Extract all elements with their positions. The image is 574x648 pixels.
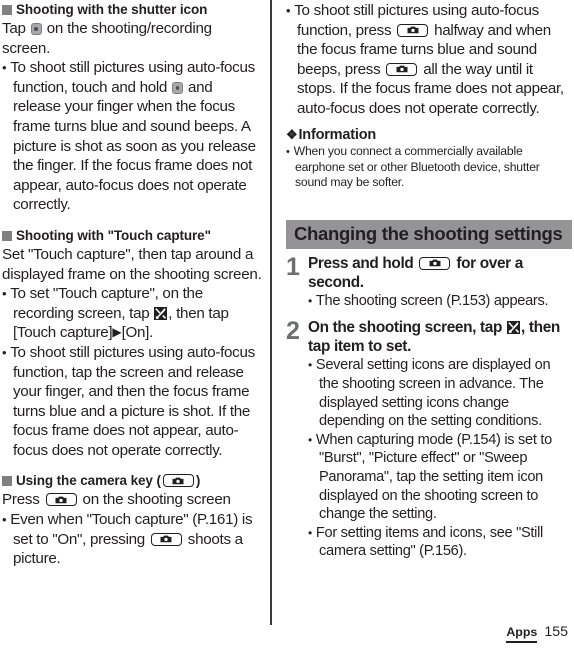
section-banner-changing-shooting-settings: Changing the shooting settings: [286, 219, 572, 249]
shutter-autofocus-text-2: and release your finger when the focus f…: [13, 78, 256, 214]
camera-key-icon: [150, 532, 182, 546]
footer-page-number: 155: [544, 624, 568, 640]
settings-tools-icon: [154, 306, 168, 320]
touch-capture-set-text-3: [On].: [121, 324, 154, 342]
information-bullet: When you connect a commercially availabl…: [286, 144, 572, 191]
step-1-title: Press and hold for over a second.: [308, 254, 572, 292]
camera-key-icon: [162, 474, 194, 488]
section-marker-square: [2, 5, 12, 15]
right-column: To shoot still pictures using auto-focus…: [286, 0, 574, 561]
section-heading-text: Shooting with "Touch capture": [16, 227, 211, 243]
camera-key-icon: [419, 256, 451, 270]
section-heading-camera-key: Using the camera key (): [2, 472, 262, 489]
step-2-note: When capturing mode (P.154) is set to "B…: [308, 431, 572, 524]
manual-page: Shooting with the shutter icon Tap on th…: [0, 0, 574, 648]
step-2-note: For setting items and icons, see "Still …: [308, 524, 572, 561]
section-heading-shutter-icon: Shooting with the shutter icon: [2, 1, 262, 18]
shutter-button-icon: [172, 81, 184, 94]
shutter-intro-paragraph: Tap on the shooting/recording screen.: [2, 19, 262, 58]
step-1-number: 1: [286, 252, 300, 281]
section-heading-touch-capture: Shooting with "Touch capture": [2, 227, 262, 244]
section-heading-text-1: Using the camera key (: [16, 473, 161, 489]
information-heading: ❖Information: [286, 126, 572, 144]
section-heading-text: Shooting with the shutter icon: [16, 2, 208, 17]
step-2-note: Several setting icons are displayed on t…: [308, 356, 572, 430]
touch-capture-set-bullet: To set "Touch capture", on the recording…: [2, 284, 262, 343]
camera-key-intro-text-1: Press: [2, 491, 40, 509]
camera-key-icon: [45, 493, 77, 507]
shutter-intro-before: Tap: [2, 20, 26, 37]
step-2-number: 2: [286, 317, 300, 346]
column-divider: [270, 0, 272, 625]
camera-key-intro-text-2: on the shooting screen: [82, 491, 231, 509]
touch-capture-autofocus-bullet: To shoot still pictures using auto-focus…: [2, 343, 262, 461]
shutter-autofocus-text-1: To shoot still pictures using auto-focus…: [10, 59, 255, 96]
section-marker-square: [2, 476, 12, 487]
diamond-marker-icon: ❖: [286, 126, 298, 142]
information-heading-text: Information: [298, 126, 377, 143]
touch-capture-intro: Set "Touch capture", then tap around a d…: [2, 245, 262, 283]
step-1-title-text-1: Press and hold: [308, 254, 414, 272]
section-heading-text-2: ): [195, 473, 201, 489]
shutter-button-icon: [30, 23, 42, 35]
step-2-title-text-1: On the shooting screen, tap: [308, 319, 503, 337]
camera-key-icon: [386, 62, 418, 76]
camera-key-touch-capture-bullet: Even when "Touch capture" (P.161) is set…: [2, 510, 262, 569]
left-column: Shooting with the shutter icon Tap on th…: [0, 0, 262, 569]
step-2-body: On the shooting screen, tap , then tap i…: [308, 318, 572, 561]
arrow-right-icon: ▶: [112, 325, 122, 340]
step-2: 2 On the shooting screen, tap , then tap…: [286, 318, 572, 561]
section-marker-square: [2, 230, 12, 241]
step-2-title: On the shooting screen, tap , then tap i…: [308, 318, 572, 356]
shutter-autofocus-bullet: To shoot still pictures using auto-focus…: [2, 58, 262, 215]
step-1-note: The shooting screen (P.153) appears.: [308, 292, 572, 311]
camera-key-autofocus-bullet: To shoot still pictures using auto-focus…: [286, 1, 572, 119]
step-1-body: Press and hold for over a second. The sh…: [308, 254, 572, 311]
footer-section-tab: Apps: [506, 625, 538, 643]
camera-key-intro: Press on the shooting screen: [2, 490, 262, 510]
page-footer: Apps 155: [506, 625, 568, 643]
camera-key-icon: [397, 23, 429, 37]
settings-tools-icon: [507, 321, 521, 335]
step-1: 1 Press and hold for over a second. The …: [286, 254, 572, 311]
